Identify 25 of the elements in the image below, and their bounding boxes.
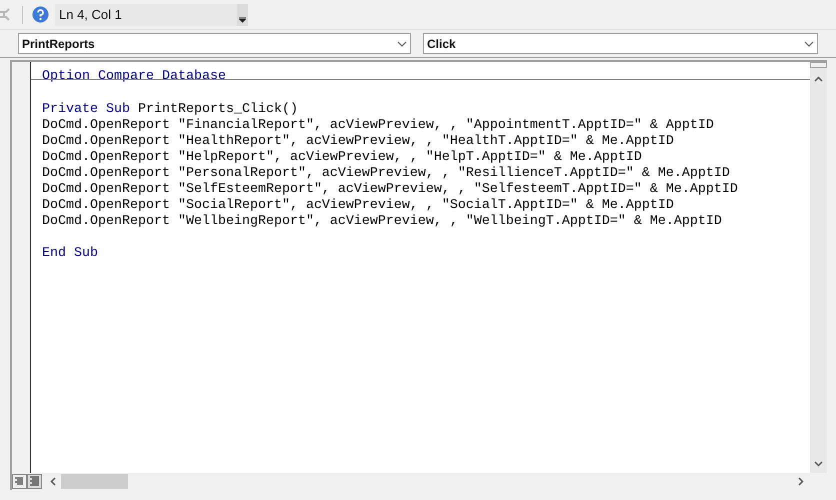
procedure-dropdown[interactable]: Click xyxy=(423,33,818,54)
scroll-down-icon[interactable] xyxy=(814,461,823,467)
scroll-right-icon[interactable] xyxy=(798,477,804,486)
help-icon[interactable] xyxy=(32,6,49,23)
cursor-position-field: Ln 4, Col 1 xyxy=(55,4,237,26)
code-line: Private Sub PrintReports_Click() xyxy=(42,102,298,117)
object-dropdown[interactable]: PrintReports xyxy=(18,33,411,54)
code-line: DoCmd.OpenReport "SocialReport", acViewPreview, , "SocialT.ApptID=" & Me.ApptID xyxy=(42,198,674,213)
scroll-up-icon[interactable] xyxy=(814,76,823,82)
code-line: DoCmd.OpenReport "FinancialReport", acViewPreview, , "AppointmentT.ApptID=" & ApptID xyxy=(42,118,714,133)
code-line: DoCmd.OpenReport "HealthReport", acViewPreview, , "HealthT.ApptID=" & Me.ApptID xyxy=(42,134,674,149)
toolbar-options-button[interactable] xyxy=(237,4,248,26)
code-line: DoCmd.OpenReport "PersonalReport", acViewPreview, , "ResillienceT.ApptID=" & Me.ApptID xyxy=(42,166,730,181)
code-line: DoCmd.OpenReport "SelfEsteemReport", acViewPreview, , "SelfesteemT.ApptID=" & Me.ApptID xyxy=(42,182,738,197)
full-module-view-icon[interactable] xyxy=(27,474,42,489)
scroll-left-icon[interactable] xyxy=(50,477,56,486)
vertical-scrollbar[interactable] xyxy=(810,62,827,473)
scrollbar-thumb[interactable] xyxy=(61,474,128,489)
code-line: DoCmd.OpenReport "HelpReport", acViewPreview, , "HelpT.ApptID=" & Me.ApptID xyxy=(42,150,642,165)
code-line: DoCmd.OpenReport "WellbeingReport", acViewPreview, , "WellbeingT.ApptID=" & Me.ApptID xyxy=(42,214,722,229)
code-line: End Sub xyxy=(42,246,98,261)
code-editor[interactable] xyxy=(31,62,810,473)
code-line: Option Compare Database xyxy=(42,69,226,84)
split-bar-handle[interactable] xyxy=(810,62,827,68)
procedure-view-icon[interactable] xyxy=(12,474,27,489)
